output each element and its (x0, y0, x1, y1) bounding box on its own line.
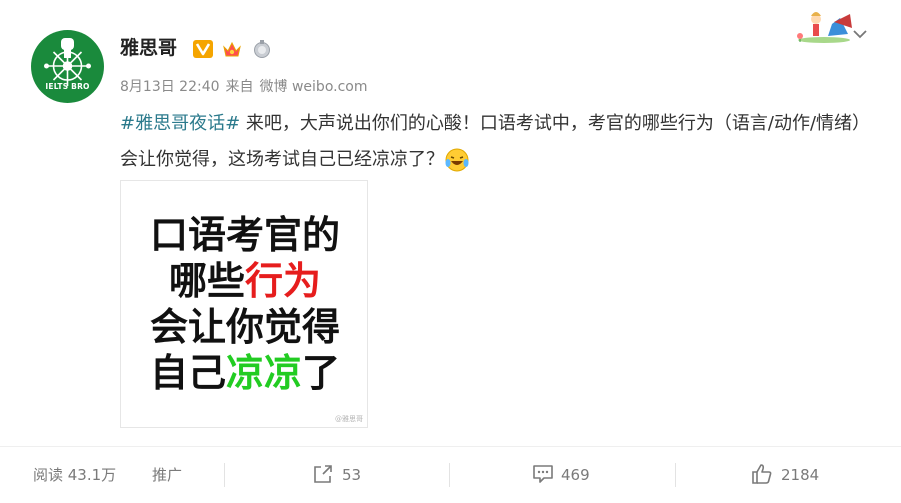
from-label: 来自 (225, 79, 254, 95)
post-date[interactable]: 8月13日 22:40 (120, 79, 220, 95)
laughing-crying-emoji-icon (445, 148, 469, 172)
like-icon[interactable] (751, 463, 773, 485)
post-text: #雅思哥夜话# 来吧，大声说出你们的心酸！口语考试中，考官的哪些行为（语言/动作… (120, 106, 880, 178)
avatar-label: IELTS BRO (45, 82, 90, 91)
verified-v-icon[interactable] (193, 39, 213, 59)
repost-icon[interactable] (312, 463, 334, 485)
username[interactable]: 雅思哥 (120, 36, 177, 60)
image-watermark: @雅思哥 (335, 415, 363, 423)
action-bar: 阅读 43.1万 推广 53 469 2184 (0, 447, 901, 503)
footer-separator (224, 463, 225, 487)
chevron-down-icon[interactable] (852, 28, 868, 40)
footer-separator (449, 463, 450, 487)
card-line-2-red: 行为 (245, 259, 322, 303)
silver-medal-icon[interactable] (252, 39, 272, 59)
comment-icon[interactable] (532, 463, 554, 485)
footer-separator (675, 463, 676, 487)
card-line-4-black-end: 了 (302, 351, 341, 395)
decoration-illustration-icon (797, 12, 852, 43)
post-source[interactable]: 微博 weibo.com (260, 79, 368, 95)
post-image[interactable]: 口语考官的 哪些行为 会让你觉得 自己凉凉了 @雅思哥 (120, 180, 368, 428)
card-line-4-green: 凉凉 (225, 351, 302, 395)
crown-icon[interactable] (222, 39, 242, 59)
avatar[interactable]: IELTS BRO (31, 30, 104, 103)
card-line-1: 口语考官的 (149, 213, 340, 257)
card-line-3: 会让你觉得 (149, 305, 340, 349)
comment-count[interactable]: 469 (561, 465, 590, 485)
card-line-4: 自己凉凉了 (121, 351, 369, 395)
card-line-2: 哪些行为 (121, 259, 369, 303)
card-line-2-black: 哪些 (168, 259, 245, 303)
card-line-4-black-start: 自己 (149, 351, 226, 395)
post-meta: 8月13日 22:40 来自 微博 weibo.com (120, 78, 374, 96)
repost-count[interactable]: 53 (342, 465, 361, 485)
ship-wheel-icon (44, 38, 91, 86)
hashtag-link[interactable]: #雅思哥夜话# (120, 113, 240, 134)
promote-button[interactable]: 推广 (152, 465, 182, 485)
like-count[interactable]: 2184 (781, 465, 819, 485)
read-count: 阅读 43.1万 (33, 466, 117, 484)
